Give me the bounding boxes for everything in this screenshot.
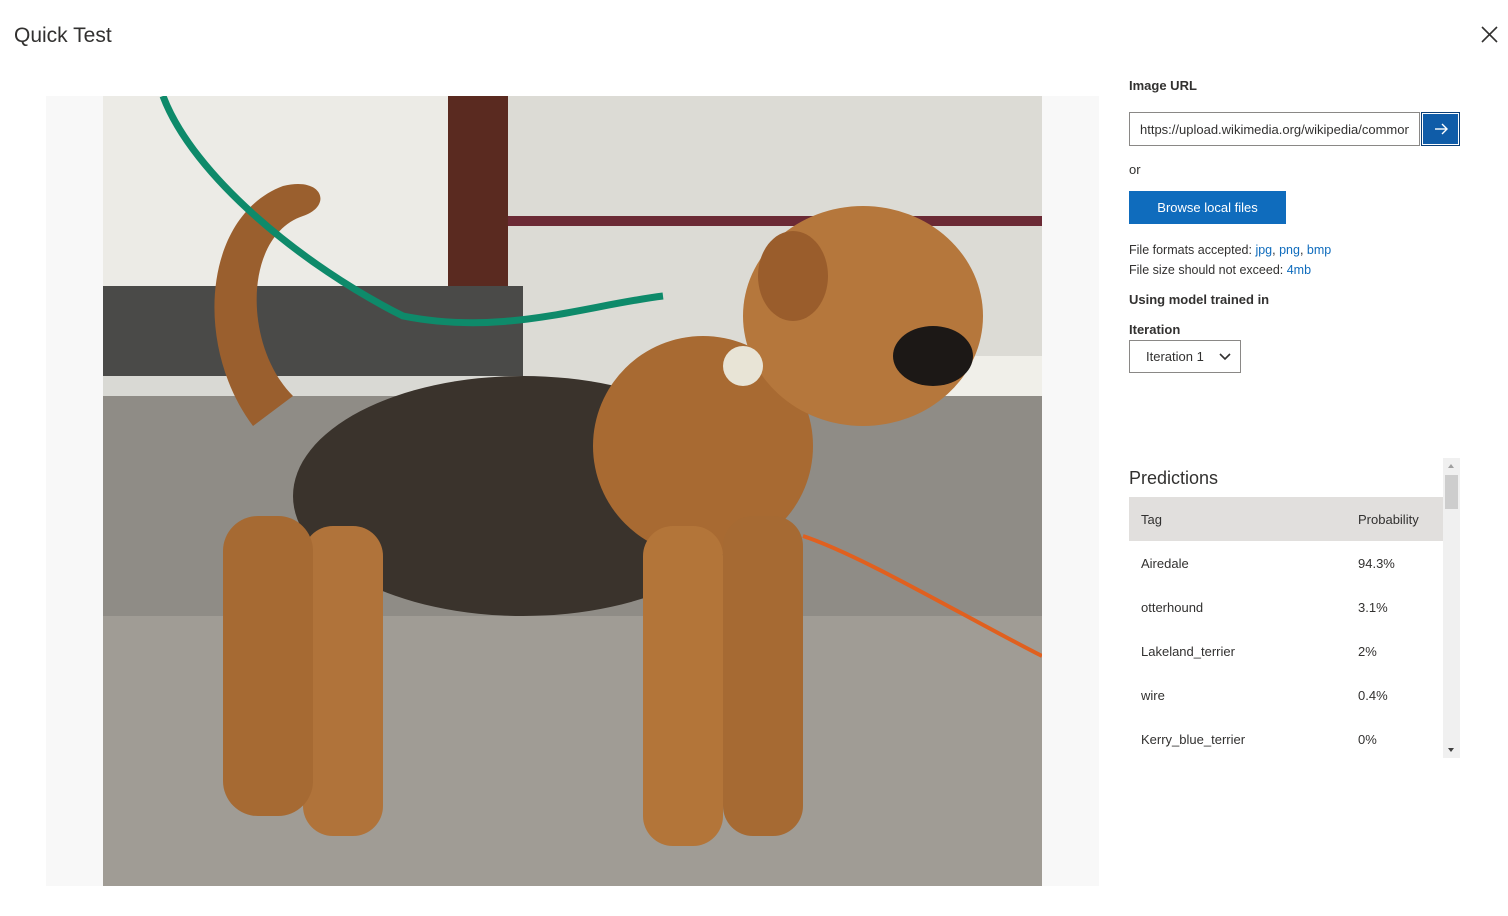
prediction-probability: 0.4% [1358,687,1388,703]
predictions-title: Predictions [1129,468,1219,488]
close-icon[interactable] [1474,20,1502,48]
file-requirements: File formats accepted: jpg, png, bmp Fil… [1129,240,1331,280]
image-url-row [1129,112,1460,146]
iteration-select-value: Iteration 1 [1146,349,1204,364]
table-row: Airedale 94.3% [1129,541,1443,585]
prediction-tag: Lakeland_terrier [1141,643,1235,659]
arrow-right-icon[interactable] [1433,121,1449,137]
iteration-label: Iteration [1129,322,1181,337]
model-label: Using model trained in [1129,292,1270,307]
format-bmp-link[interactable]: bmp [1307,243,1331,257]
table-row: otterhound 3.1% [1129,585,1443,629]
or-divider-text: or [1129,162,1141,177]
tag-column-header: Tag [1141,511,1162,527]
table-row: Kerry_blue_terrier 0% [1129,717,1443,761]
file-size-limit-link[interactable]: 4mb [1287,263,1311,277]
format-png-link[interactable]: png [1279,243,1300,257]
scroll-down-arrow-icon[interactable] [1448,748,1454,752]
image-preview-panel [46,96,1099,886]
prediction-tag: Kerry_blue_terrier [1141,731,1246,747]
file-formats-line: File formats accepted: jpg, png, bmp [1129,243,1332,257]
chevron-down-icon [1219,353,1231,361]
predictions-scrollbar[interactable] [1443,458,1460,758]
dialog-title: Quick Test [14,24,112,47]
image-url-input[interactable] [1129,112,1420,146]
predictions-header-row: Tag Probability [1129,497,1443,541]
scroll-up-arrow-icon[interactable] [1448,464,1454,468]
image-url-label: Image URL [1129,78,1197,93]
table-row: Lakeland_terrier 2% [1129,629,1443,673]
close-button[interactable] [1474,20,1502,48]
file-size-label: File size should not exceed: [1129,263,1287,277]
probability-column-header: Probability [1358,511,1419,527]
prediction-tag: wire [1141,687,1165,703]
prediction-probability: 3.1% [1358,599,1388,615]
prediction-tag: Airedale [1141,555,1189,571]
table-row: wire 0.4% [1129,673,1443,717]
file-size-line: File size should not exceed: 4mb [1129,260,1331,280]
file-formats-label: File formats accepted: [1129,243,1256,257]
prediction-probability: 94.3% [1358,555,1395,571]
iteration-select[interactable]: Iteration 1 [1129,340,1241,373]
format-jpg-link[interactable]: jpg [1255,243,1272,257]
predictions-table: Tag Probability Airedale 94.3% otterhoun… [1129,497,1443,761]
prediction-probability: 2% [1358,643,1377,659]
test-image [103,96,1042,886]
browse-local-files-button[interactable]: Browse local files [1129,191,1286,224]
prediction-tag: otterhound [1141,599,1204,615]
scrollbar-thumb[interactable] [1445,475,1458,509]
prediction-probability: 0% [1358,731,1377,747]
submit-url-button[interactable] [1421,112,1460,146]
